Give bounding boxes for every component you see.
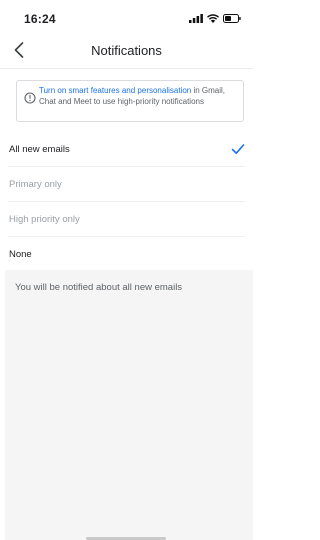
option-label: High priority only: [9, 214, 80, 225]
page-title: Notifications: [91, 43, 162, 58]
navigation-bar: Notifications: [0, 36, 253, 66]
cellular-signal-icon: [189, 13, 203, 23]
description-panel: You will be notified about all new email…: [5, 270, 253, 540]
option-none[interactable]: None: [0, 237, 253, 272]
option-primary-only[interactable]: Primary only: [0, 167, 253, 202]
info-text: Turn on smart features and personalisati…: [39, 86, 237, 107]
option-label: All new emails: [9, 144, 70, 155]
wifi-icon: [207, 13, 219, 23]
status-time: 16:24: [24, 12, 56, 26]
battery-icon: [223, 13, 241, 23]
option-all-new-emails[interactable]: All new emails: [0, 132, 253, 167]
info-icon: [24, 92, 36, 104]
status-icons: [189, 12, 241, 24]
smart-features-link[interactable]: Turn on smart features and personalisati…: [39, 86, 191, 95]
option-label: None: [9, 249, 32, 260]
description-text: You will be notified about all new email…: [15, 282, 183, 293]
checkmark-icon: [231, 144, 245, 154]
option-high-priority-only[interactable]: High priority only: [0, 202, 253, 237]
smart-features-info-card: Turn on smart features and personalisati…: [16, 80, 244, 122]
option-label: Primary only: [9, 179, 62, 190]
header-divider: [0, 68, 253, 69]
status-bar: 16:24: [0, 0, 253, 36]
